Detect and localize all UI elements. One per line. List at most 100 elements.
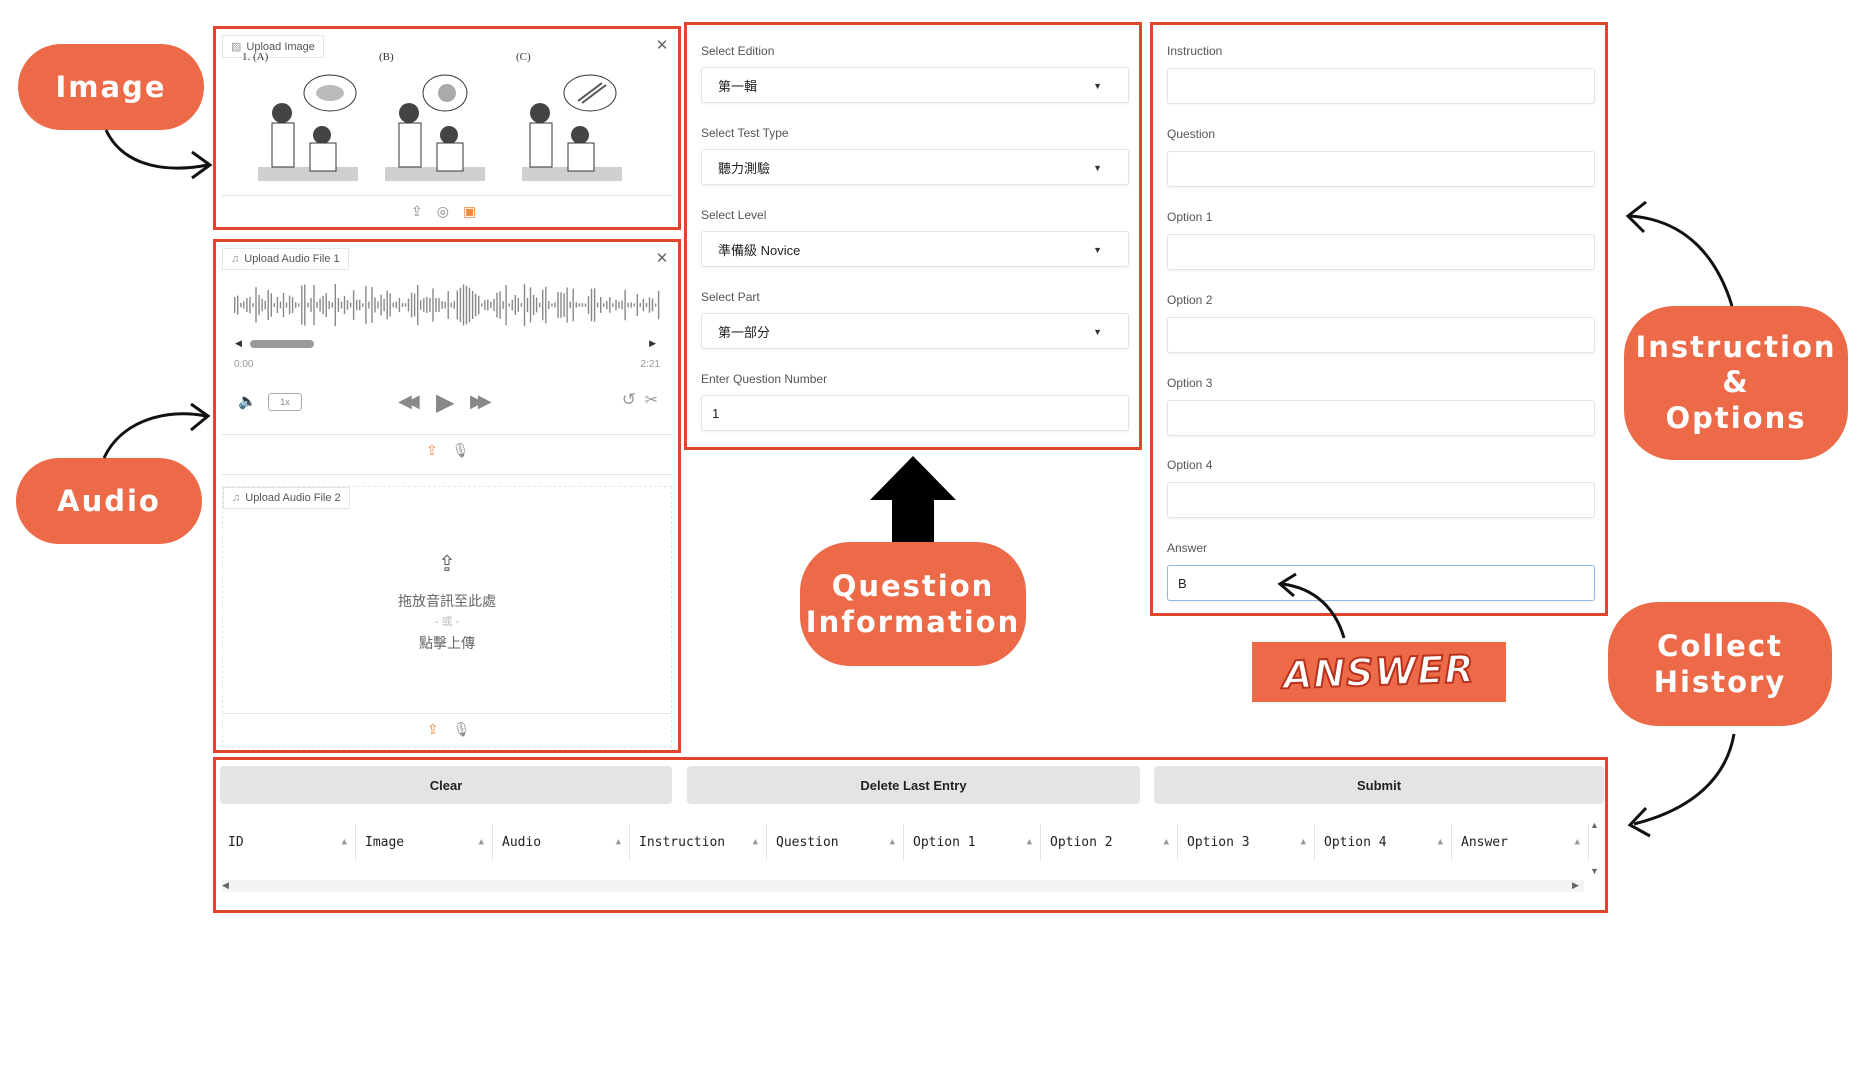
- music-note-icon: ♫: [231, 253, 240, 265]
- column-header-answer[interactable]: Answer ▲: [1453, 824, 1589, 860]
- waveform-bar: [368, 301, 370, 309]
- scissors-icon[interactable]: ✂: [645, 390, 658, 410]
- waveform-bar: [273, 303, 275, 307]
- illustration-b-icon: [385, 74, 485, 181]
- callout-instr-line3: Options: [1665, 400, 1807, 435]
- waveform-bar: [596, 302, 599, 308]
- waveform-bar: [487, 299, 489, 311]
- scroll-right-icon[interactable]: ▶: [649, 338, 656, 349]
- answer-input[interactable]: B: [1167, 565, 1595, 601]
- waveform-bar: [587, 296, 590, 314]
- upload-icon[interactable]: ⇪: [411, 203, 423, 220]
- column-header-question[interactable]: Question ▲: [768, 824, 904, 860]
- column-header-option-3[interactable]: Option 3 ▲: [1179, 824, 1315, 860]
- audio2-label-text: Upload Audio File 2: [245, 492, 341, 504]
- column-header-image[interactable]: Image ▲: [357, 824, 493, 860]
- option1-input[interactable]: [1167, 234, 1595, 270]
- audio1-microphone-icon[interactable]: 🎙: [452, 442, 470, 459]
- image-option-c-label: (C): [516, 51, 531, 63]
- sort-audio-icon: ▲: [615, 837, 621, 847]
- audio2-microphone-icon[interactable]: 🎙: [453, 721, 471, 738]
- audio1-source-icons: ⇪ 🎙: [426, 442, 470, 459]
- waveform-bar: [322, 295, 324, 315]
- clear-button[interactable]: Clear: [220, 766, 672, 804]
- level-select[interactable]: 準備級 Novice ▼: [701, 231, 1129, 267]
- submit-button[interactable]: Submit: [1154, 766, 1604, 804]
- arrow-history-icon: [1627, 733, 1736, 838]
- audio1-upload-icon[interactable]: ⇪: [426, 442, 438, 459]
- webcam-icon[interactable]: ◎: [437, 203, 449, 220]
- image-close-icon[interactable]: ✕: [652, 35, 672, 55]
- waveform-scrollbar[interactable]: [250, 340, 314, 348]
- waveform-bar: [581, 303, 584, 307]
- delete-last-entry-button[interactable]: Delete Last Entry: [687, 766, 1140, 804]
- table-scroll-left-icon[interactable]: ◀: [222, 880, 229, 891]
- table-scroll-right-icon[interactable]: ▶: [1572, 880, 1579, 891]
- column-header-option-2[interactable]: Option 2 ▲: [1042, 824, 1178, 860]
- playback-speed-button[interactable]: 1x: [268, 393, 302, 411]
- waveform-bar: [346, 300, 349, 310]
- audio2-upload-icon[interactable]: ⇪: [427, 721, 439, 738]
- volume-icon[interactable]: 🔈: [238, 392, 257, 410]
- audio2-dropzone[interactable]: ♫ Upload Audio File 2 ⇪ 拖放音訊至此處 - 或 - 點擊…: [222, 486, 672, 748]
- image-option-c: (C): [516, 51, 636, 186]
- sort-instruction-icon: ▲: [752, 837, 758, 847]
- waveform-bar: [386, 290, 388, 320]
- waveform-bar: [288, 295, 291, 315]
- sort-question-icon: ▲: [889, 837, 895, 847]
- waveform-bar: [356, 299, 358, 311]
- question-input[interactable]: [1167, 151, 1595, 187]
- table-scroll-up-icon[interactable]: ▲: [1590, 820, 1599, 830]
- waveform-bar: [313, 284, 315, 326]
- table-scroll-down-icon[interactable]: ▼: [1590, 866, 1599, 876]
- waveform-bar: [630, 302, 632, 308]
- waveform-bar: [413, 293, 416, 317]
- edition-label: Select Edition: [701, 44, 775, 58]
- image-option-b-label: (B): [379, 51, 394, 63]
- audio-waveform[interactable]: [232, 280, 664, 330]
- waveform-bar: [505, 284, 507, 326]
- waveform-bar: [578, 303, 580, 307]
- rewind-icon[interactable]: ◀◀: [398, 391, 420, 412]
- waveform-bar: [304, 284, 306, 326]
- waveform-bar: [417, 284, 419, 326]
- column-header-option-4[interactable]: Option 4 ▲: [1316, 824, 1452, 860]
- waveform-bar: [478, 295, 480, 315]
- option3-input[interactable]: [1167, 400, 1595, 436]
- part-caret-icon: ▼: [1093, 327, 1102, 337]
- waveform-bar: [362, 303, 364, 307]
- waveform-bar: [657, 290, 660, 320]
- question-number-input[interactable]: 1: [701, 395, 1129, 431]
- waveform-bar: [319, 298, 321, 312]
- waveform-bar: [453, 301, 455, 309]
- sort-option-3-icon: ▲: [1300, 837, 1306, 847]
- play-icon[interactable]: ▶: [436, 388, 454, 417]
- sort-option-2-icon: ▲: [1163, 837, 1169, 847]
- column-header-option-1[interactable]: Option 1 ▲: [905, 824, 1041, 860]
- test-type-select[interactable]: 聽力測驗 ▼: [701, 149, 1129, 185]
- audio1-close-icon[interactable]: ✕: [652, 248, 672, 268]
- option4-input[interactable]: [1167, 482, 1595, 518]
- option2-input[interactable]: [1167, 317, 1595, 353]
- waveform-bar: [255, 287, 257, 323]
- fast-forward-icon[interactable]: ▶▶: [470, 391, 492, 412]
- instruction-input[interactable]: [1167, 68, 1595, 104]
- waveform-bar: [551, 303, 553, 307]
- arrow-image-icon: [104, 129, 213, 180]
- column-header-audio[interactable]: Audio ▲: [494, 824, 630, 860]
- waveform-bar: [642, 298, 645, 312]
- waveform-bar: [575, 302, 577, 308]
- audio2-upload-arrow-icon: ⇪: [437, 551, 457, 576]
- scroll-left-icon[interactable]: ◀: [235, 338, 242, 349]
- part-select[interactable]: 第一部分 ▼: [701, 313, 1129, 349]
- clipboard-icon[interactable]: ▣: [463, 203, 476, 220]
- edition-select[interactable]: 第一輯 ▼: [701, 67, 1129, 103]
- instruction-options-panel: Instruction Question Option 1 Option 2 O…: [1150, 22, 1608, 616]
- undo-icon[interactable]: ↺: [622, 390, 636, 410]
- callout-instruction-options: Instruction & Options: [1624, 306, 1848, 460]
- waveform-bar: [276, 296, 279, 313]
- column-header-id[interactable]: ID ▲: [220, 824, 356, 860]
- column-header-instruction[interactable]: Instruction ▲: [631, 824, 767, 860]
- waveform-bar: [468, 287, 471, 323]
- table-horizontal-scrollbar[interactable]: [222, 880, 1584, 892]
